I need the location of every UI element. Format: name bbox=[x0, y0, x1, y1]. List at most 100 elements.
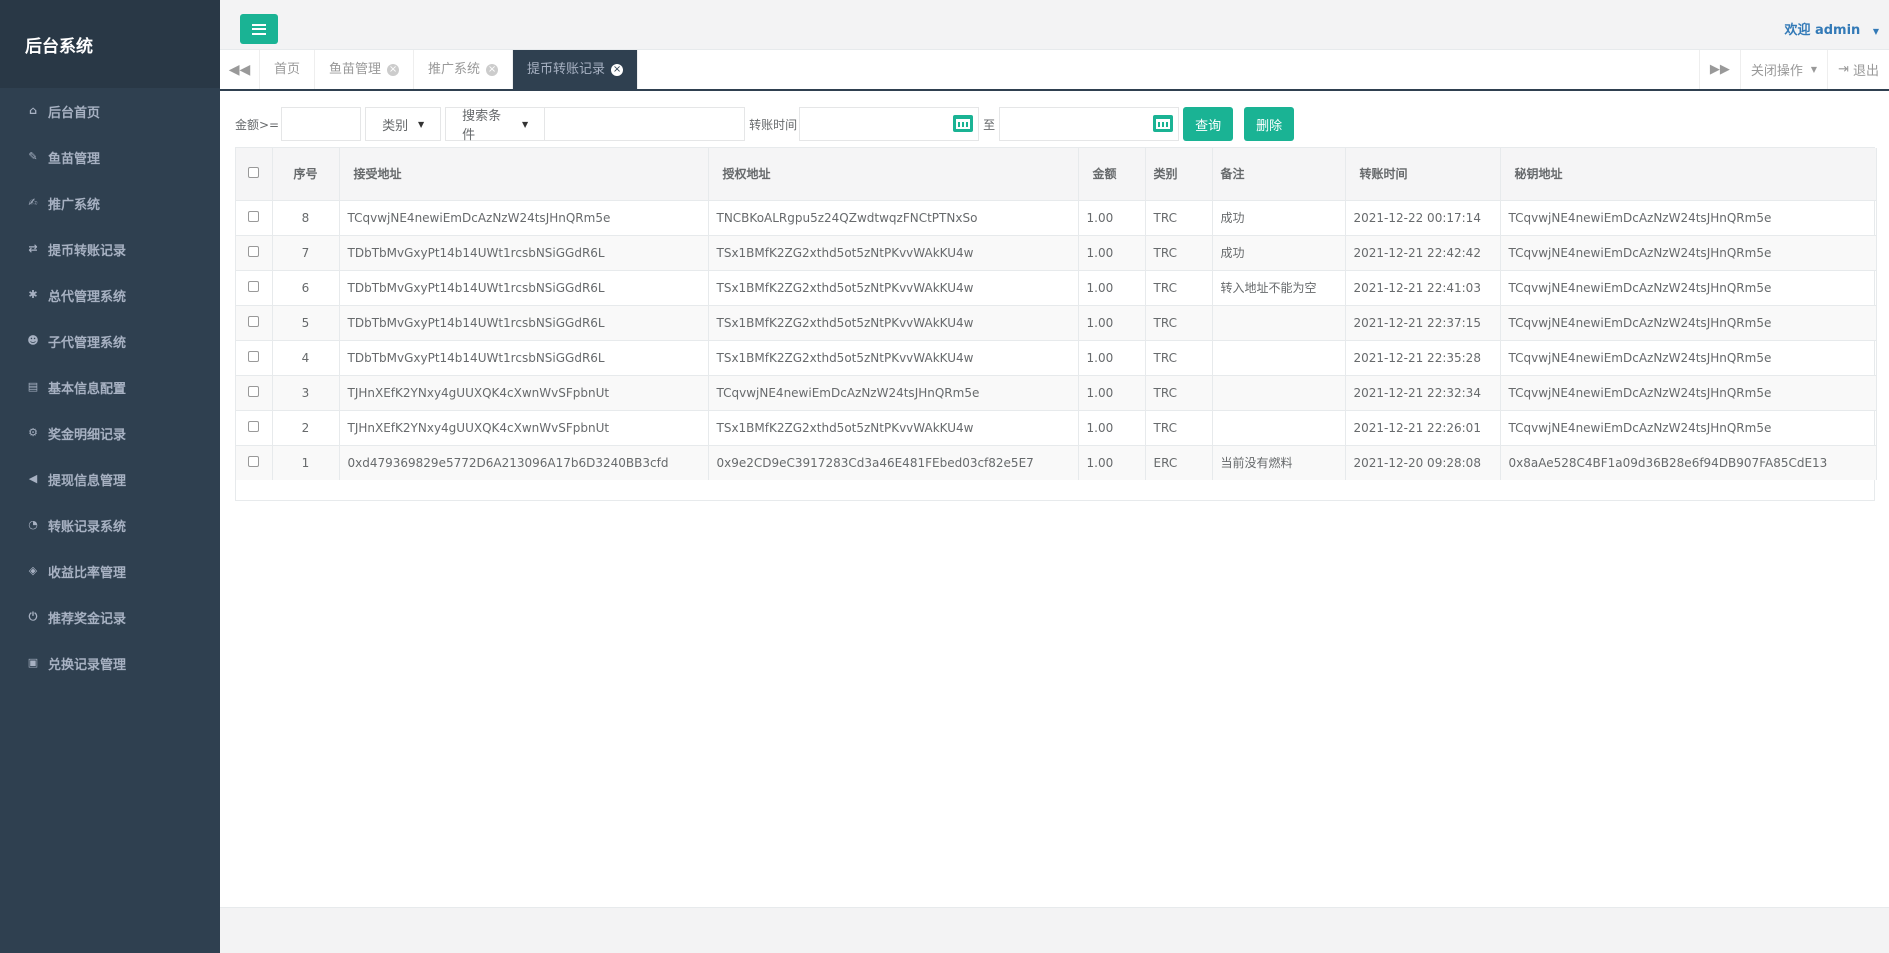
table-cell: 0x9e2CD9eC3917283Cd3a46E481FEbed03cf82e5… bbox=[708, 444, 1079, 480]
row-checkbox[interactable] bbox=[248, 350, 260, 362]
amount-input[interactable] bbox=[281, 107, 362, 141]
table-cell: TSx1BMfK2ZG2xthd5ot5zNtPKvvWAkKU4w bbox=[708, 409, 1079, 445]
caret-down-icon: ▼ bbox=[417, 119, 425, 129]
table-cell: TCqvwjNE4newiEmDcAzNzW24tsJHnQRm5e bbox=[1500, 269, 1877, 305]
save-icon: ▣ bbox=[27, 656, 39, 669]
column-header: 接受地址 bbox=[339, 148, 709, 201]
home-icon: ⌂ bbox=[29, 104, 37, 117]
logout-button[interactable]: ⇥ 退出 bbox=[1827, 50, 1889, 89]
tab-4[interactable]: 提币转账记录 × bbox=[513, 50, 639, 89]
shuffle-icon: ⇄ bbox=[28, 242, 38, 255]
tab-1[interactable]: 首页 bbox=[260, 50, 316, 89]
table-cell: TRC bbox=[1145, 269, 1213, 305]
table-cell: TRC bbox=[1145, 304, 1213, 340]
sidebar-item-13[interactable]: ▣ 兑换记录管理 bbox=[0, 640, 220, 686]
sidebar-item-label: 子代管理系统 bbox=[48, 335, 127, 351]
table-cell: 6 bbox=[272, 269, 340, 305]
sidebar-item-label: 提现信息管理 bbox=[48, 473, 127, 489]
tab-2[interactable]: 鱼苗管理 × bbox=[315, 50, 415, 89]
keyword-input[interactable] bbox=[545, 107, 746, 141]
time-start-input[interactable] bbox=[799, 107, 980, 141]
row-checkbox[interactable] bbox=[248, 385, 260, 397]
time-end-input[interactable] bbox=[999, 107, 1180, 141]
table-cell: 4 bbox=[272, 339, 340, 375]
sidebar-nav: ⌂ 后台首页 ✎ 鱼苗管理 ✍ 推广系统 ⇄ 提币转账记录 ✱ 总代管理系统 ☻ 子代管理系统 ▤ 基本信… bbox=[0, 88, 220, 686]
menu-toggle-button[interactable] bbox=[240, 14, 278, 44]
table-cell: 1.00 bbox=[1078, 444, 1146, 480]
time-end-field bbox=[999, 107, 1180, 141]
tab-label: 鱼苗管理 bbox=[329, 62, 382, 77]
sidebar-item-9[interactable]: ◀ 提现信息管理 bbox=[0, 456, 220, 502]
table-cell: TRC bbox=[1145, 339, 1213, 375]
table-row: 7 TDbTbMvGxyPt14b14UWt1rcsbNSiGGdR6L TSx1B… bbox=[236, 234, 1877, 270]
sidebar-item-4[interactable]: ⇄ 提币转账记录 bbox=[0, 226, 220, 272]
query-button[interactable]: 查询 bbox=[1183, 107, 1234, 141]
hamburger-icon bbox=[252, 23, 266, 35]
sidebar-item-7[interactable]: ▤ 基本信息配置 bbox=[0, 364, 220, 410]
sidebar-item-label: 提币转账记录 bbox=[48, 243, 127, 259]
table-cell: 1.00 bbox=[1078, 269, 1146, 305]
table-cell: TSx1BMfK2ZG2xthd5ot5zNtPKvvWAkKU4w bbox=[708, 234, 1079, 270]
row-checkbox[interactable] bbox=[248, 315, 260, 327]
row-select-cell bbox=[236, 199, 273, 235]
select-all-checkbox[interactable] bbox=[248, 166, 260, 178]
close-icon[interactable]: × bbox=[387, 63, 400, 76]
table-cell: 8 bbox=[272, 199, 340, 235]
row-select-cell bbox=[236, 444, 273, 480]
table-cell: 3 bbox=[272, 374, 340, 410]
user-menu[interactable]: 欢迎 admin ▼ bbox=[1784, 19, 1879, 38]
table-cell: 1 bbox=[272, 444, 340, 480]
close-icon[interactable]: × bbox=[611, 63, 624, 76]
table-cell: TRC bbox=[1145, 374, 1213, 410]
table-cell: TRC bbox=[1145, 409, 1213, 445]
sidebar-item-11[interactable]: ◈ 收益比率管理 bbox=[0, 548, 220, 594]
table-cell: TJHnXEfK2YNxy4gUUXQK4cXwnWvSFpbnUt bbox=[339, 409, 709, 445]
table-cell: 2021-12-21 22:42:42 bbox=[1345, 234, 1501, 270]
sidebar-item-label: 收益比率管理 bbox=[48, 565, 127, 581]
delete-button[interactable]: 删除 bbox=[1244, 107, 1295, 141]
row-checkbox[interactable] bbox=[248, 420, 260, 432]
condition-select-label: 搜索条件 bbox=[462, 109, 502, 143]
condition-select[interactable]: 搜索条件 ▼ bbox=[445, 107, 546, 143]
main-content: 金额>= 类别 ▼ 搜索条件 ▼ 转账时间 至 查询 删除 序号 接受地址 授权… bbox=[220, 91, 1889, 907]
table-row: 4 TDbTbMvGxyPt14b14UWt1rcsbNSiGGdR6L TSx1B… bbox=[236, 339, 1877, 375]
sidebar-item-label: 总代管理系统 bbox=[48, 289, 127, 305]
sidebar-item-5[interactable]: ✱ 总代管理系统 bbox=[0, 272, 220, 318]
time-start-field bbox=[799, 107, 980, 141]
row-checkbox[interactable] bbox=[248, 280, 260, 292]
category-select[interactable]: 类别 ▼ bbox=[365, 107, 442, 141]
close-icon[interactable]: × bbox=[486, 63, 499, 76]
sidebar-item-10[interactable]: ◔ 转账记录系统 bbox=[0, 502, 220, 548]
power-icon: ⏻ bbox=[28, 610, 38, 623]
table-cell: TSx1BMfK2ZG2xthd5ot5zNtPKvvWAkKU4w bbox=[708, 304, 1079, 340]
file-icon: ▤ bbox=[27, 380, 39, 393]
calendar-icon[interactable] bbox=[953, 115, 974, 132]
sidebar-item-1[interactable]: ⌂ 后台首页 bbox=[0, 88, 220, 134]
tab-3[interactable]: 推广系统 × bbox=[414, 50, 514, 89]
row-select-cell bbox=[236, 374, 273, 410]
sidebar-item-6[interactable]: ☻ 子代管理系统 bbox=[0, 318, 220, 364]
row-checkbox[interactable] bbox=[248, 245, 260, 257]
table-row: 8 TCqvwjNE4newiEmDcAzNzW24tsJHnQRm5e TNCBK… bbox=[236, 199, 1877, 235]
table-cell: 成功 bbox=[1212, 234, 1346, 270]
sidebar-item-3[interactable]: ✍ 推广系统 bbox=[0, 180, 220, 226]
tab-scroll-left-button[interactable]: ◀◀ bbox=[220, 50, 260, 89]
table-cell: TCqvwjNE4newiEmDcAzNzW24tsJHnQRm5e bbox=[1500, 374, 1877, 410]
row-checkbox[interactable] bbox=[248, 210, 260, 222]
table-cell: 成功 bbox=[1212, 199, 1346, 235]
sidebar-item-12[interactable]: ⏻ 推荐奖金记录 bbox=[0, 594, 220, 640]
forward-icon: ▶▶ bbox=[1709, 62, 1730, 77]
row-select-cell bbox=[236, 409, 273, 445]
table-row: 6 TDbTbMvGxyPt14b14UWt1rcsbNSiGGdR6L TSx1B… bbox=[236, 269, 1877, 305]
table-cell: 1.00 bbox=[1078, 339, 1146, 375]
sidebar-item-2[interactable]: ✎ 鱼苗管理 bbox=[0, 134, 220, 180]
table-header-row: 序号 接受地址 授权地址 金额 类别 备注 转账时间 秘钥地址 bbox=[236, 148, 1877, 201]
sidebar-item-8[interactable]: ⚙ 奖金明细记录 bbox=[0, 410, 220, 456]
row-checkbox[interactable] bbox=[248, 455, 260, 467]
close-operations-dropdown[interactable]: 关闭操作 ▼ bbox=[1739, 50, 1827, 89]
calendar-icon[interactable] bbox=[1153, 115, 1174, 132]
tab-scroll-right-button[interactable]: ▶▶ bbox=[1698, 50, 1740, 89]
shield-icon: ◈ bbox=[28, 564, 38, 577]
sidebar-item-label: 鱼苗管理 bbox=[48, 151, 101, 167]
asterisk-icon: ✱ bbox=[28, 288, 38, 301]
